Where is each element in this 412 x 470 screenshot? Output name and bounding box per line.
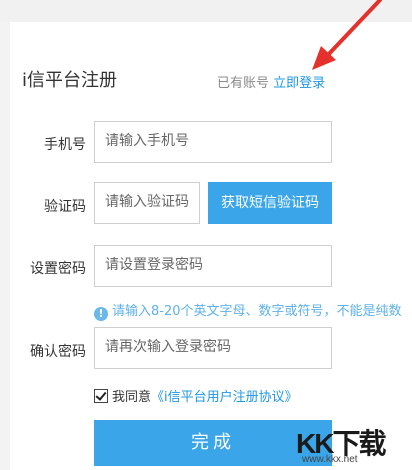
agreement-link[interactable]: 《i信平台用户注册协议》 (151, 390, 298, 405)
code-label: 验证码 (44, 199, 86, 215)
info-icon: ! (94, 307, 108, 321)
phone-input[interactable]: 请输入手机号 (94, 121, 332, 163)
password-input[interactable]: 请设置登录密码 (94, 245, 332, 287)
confirm-password-input[interactable]: 请再次输入登录密码 (94, 327, 332, 369)
password-hint-text: 请输入8-20个英文字母、数字或符号，不能是纯数 (112, 304, 402, 319)
login-link[interactable]: 立即登录 (273, 76, 325, 91)
watermark-url: www.kkx.net (302, 454, 358, 465)
top-gap (0, 0, 412, 22)
password-label: 设置密码 (30, 261, 86, 277)
confirm-label: 确认密码 (30, 344, 86, 360)
phone-label: 手机号 (44, 137, 86, 153)
agree-text: 我同意 (112, 390, 152, 405)
page-title: i信平台注册 (22, 70, 118, 91)
agree-checkbox[interactable] (94, 389, 108, 403)
watermark: KK下载 www.kkx.net (296, 422, 408, 468)
left-edge (0, 22, 10, 470)
login-prompt-text: 已有账号 (217, 76, 270, 91)
get-sms-code-button[interactable]: 获取短信验证码 (208, 182, 332, 224)
agreement-row: 我同意《i信平台用户注册协议》 (94, 386, 298, 405)
password-hint: ! 请输入8-20个英文字母、数字或符号，不能是纯数 (94, 300, 402, 321)
login-prompt-row: 已有账号 立即登录 (217, 72, 325, 91)
register-panel: i信平台注册 已有账号 立即登录 手机号 请输入手机号 验证码 请输入验证码 获… (0, 0, 412, 470)
code-input[interactable]: 请输入验证码 (94, 182, 200, 224)
